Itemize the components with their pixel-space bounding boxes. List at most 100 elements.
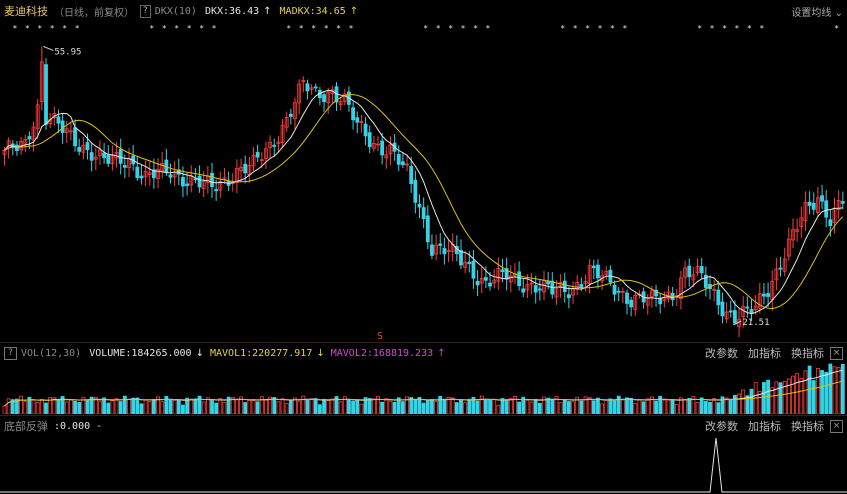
dkx-value: 36.43	[229, 5, 260, 17]
candle-body	[625, 292, 629, 304]
bottom-indicator-chart[interactable]	[0, 435, 847, 493]
candle-body	[139, 175, 144, 179]
volume-bar	[795, 373, 800, 414]
bottom-modify-params-button[interactable]: 改参数	[705, 418, 738, 434]
star-marker: *	[486, 24, 491, 33]
volume-bar	[525, 400, 530, 414]
star-marker: *	[311, 24, 316, 33]
bottom-close-icon[interactable]: ×	[830, 419, 843, 433]
volume-bar	[367, 398, 372, 414]
candle-body	[517, 271, 521, 287]
volume-bar	[430, 399, 434, 414]
volume-bar	[193, 398, 198, 414]
volume-bar	[176, 399, 181, 414]
volume-bar	[517, 401, 521, 414]
volume-bar	[106, 402, 111, 414]
high-price-label: 55.95	[54, 47, 81, 57]
mavol2-up-arrow-icon: ↑	[437, 347, 446, 359]
high-pointer	[43, 45, 54, 51]
stock-name[interactable]: 麦迪科技	[4, 3, 48, 19]
volume-chart[interactable]	[0, 362, 847, 414]
volume-bar	[654, 400, 658, 414]
volume-bar	[562, 398, 567, 414]
volume-bar	[39, 398, 44, 414]
volume-bar	[172, 399, 177, 414]
candle-body	[77, 147, 82, 152]
star-marker: *	[37, 24, 42, 33]
volume-bar	[355, 399, 360, 414]
volume-bar	[616, 395, 621, 414]
volume-bar	[6, 398, 11, 414]
volume-value: 184265.000	[131, 347, 192, 359]
volume-switch-indicator-button[interactable]: 换指标	[791, 345, 824, 361]
candle-body	[699, 266, 704, 274]
volume-bar	[803, 370, 808, 414]
star-marker: *	[50, 24, 55, 33]
volume-bar	[608, 398, 613, 414]
volume-bar	[670, 399, 675, 414]
volume-bar	[716, 402, 721, 414]
bottom-indicator-title[interactable]: 底部反弹	[4, 418, 48, 434]
volume-bar	[712, 398, 717, 414]
candle-body	[380, 140, 385, 156]
bottom-switch-indicator-button[interactable]: 换指标	[791, 418, 824, 434]
candle-body	[430, 244, 434, 256]
candle-body	[396, 154, 401, 165]
volume-bar	[293, 397, 297, 414]
candle-body	[355, 117, 360, 123]
volume-bar	[741, 389, 746, 414]
help-button[interactable]: ?	[140, 4, 151, 18]
volume-bar	[313, 398, 318, 414]
volume-indicator-title[interactable]: VOL(12,30)	[21, 348, 81, 359]
candle-body	[255, 152, 260, 158]
bottom-add-indicator-button[interactable]: 加指标	[748, 418, 781, 434]
mavol2-label: MAVOL2:	[330, 347, 373, 359]
volume-bar	[591, 400, 596, 414]
mavol1-value: 220277.917	[252, 347, 313, 359]
volume-bar	[114, 398, 119, 414]
volume-bar	[596, 397, 600, 414]
volume-bar	[102, 397, 106, 414]
volume-bar	[492, 398, 497, 414]
set-moving-average-button[interactable]: 设置均线 ⌄	[791, 4, 843, 19]
volume-bar	[662, 399, 667, 414]
volume-bar	[434, 400, 439, 414]
candle-body	[367, 132, 372, 148]
volume-bar	[44, 402, 48, 414]
star-marker: *	[461, 24, 466, 33]
mavol1-label: MAVOL1:	[209, 347, 253, 359]
candle-body	[828, 219, 833, 227]
volume-bar	[139, 403, 144, 414]
candle-body	[305, 83, 310, 92]
star-marker: *	[747, 24, 752, 33]
volume-bar	[836, 367, 841, 414]
period-info: （日线，前复权）	[54, 7, 134, 19]
star-marker: *	[448, 24, 453, 33]
star-marker: *	[162, 24, 167, 33]
candle-body	[762, 293, 766, 297]
bottom-rebound-line	[0, 437, 847, 493]
volume-bar	[500, 398, 505, 414]
star-marker: *	[187, 24, 192, 33]
volume-bar	[23, 401, 28, 414]
volume-bar	[454, 402, 459, 414]
volume-bar	[600, 403, 604, 414]
star-marker: *	[623, 24, 628, 33]
candle-body	[824, 200, 829, 218]
volume-close-icon[interactable]: ×	[830, 346, 843, 360]
candle-body	[459, 250, 463, 266]
volume-bar	[276, 401, 281, 414]
indicator-name[interactable]: DKX(10)	[155, 6, 197, 17]
star-marker: *	[299, 24, 304, 33]
volume-bar	[708, 402, 712, 414]
volume-bar	[666, 399, 671, 414]
volume-bar	[205, 397, 210, 414]
volume-modify-params-button[interactable]: 改参数	[705, 345, 738, 361]
collapse-icon[interactable]: ?	[4, 346, 17, 360]
candle-body	[716, 289, 721, 306]
volume-add-indicator-button[interactable]: 加指标	[748, 345, 781, 361]
candle-body	[820, 195, 824, 202]
volume-bar	[450, 397, 455, 414]
volume-bar	[799, 378, 804, 414]
candlestick-chart[interactable]: * * * * * * * * * * * * * * * * * * * * * * * * * * * * * * * * * * * * * 55.…	[0, 22, 847, 342]
